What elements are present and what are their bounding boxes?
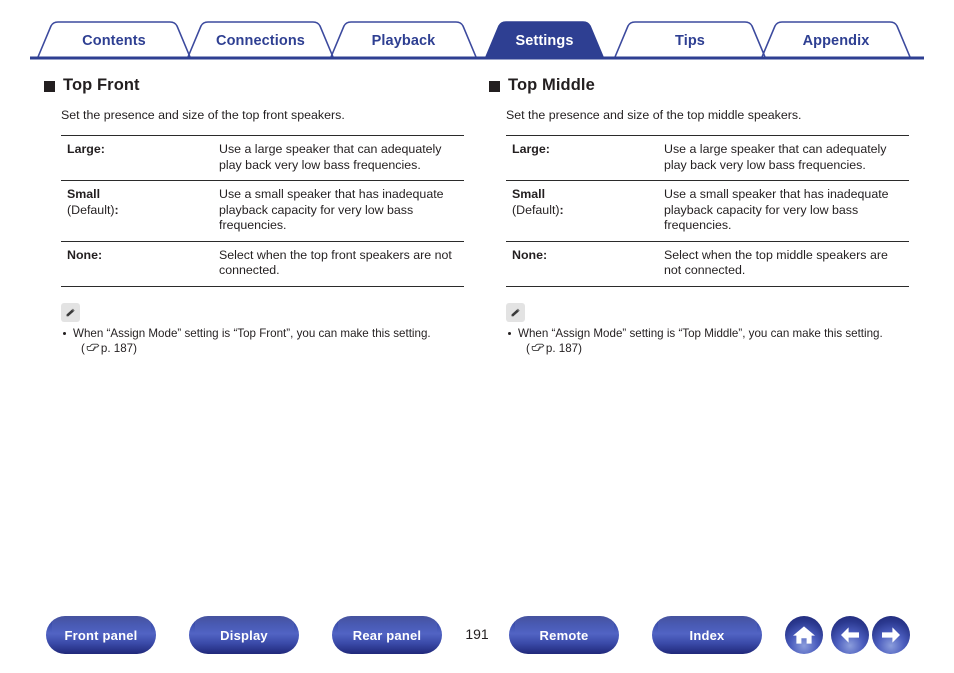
term-suffix: : (97, 247, 103, 262)
ref-page-text: p. 187 (545, 341, 579, 355)
table-cell-description: Select when the top middle speakers are … (664, 247, 888, 278)
tab-bar: Contents Connections Playback Settings T… (0, 0, 954, 62)
tab-appendix[interactable]: Appendix (762, 32, 910, 50)
default-colon: : (114, 202, 119, 217)
list-item: When “Assign Mode” setting is “Top Front… (61, 327, 464, 357)
display-label: Display (220, 627, 268, 643)
footer-nav: Front panel Display Rear panel 191 Remot… (0, 616, 954, 660)
section-top-middle: Top Middle Set the presence and size of … (489, 74, 909, 357)
table-cell-term: Small (Default): (61, 181, 219, 242)
square-bullet-icon (44, 80, 55, 92)
settings-table: Large: Use a large speaker that can adeq… (61, 135, 464, 287)
tab-bar-graphic (30, 21, 924, 60)
table-row: Small (Default): Use a small speaker that… (61, 180, 464, 242)
note-text: When “Assign Mode” setting is “Top Front… (73, 326, 431, 340)
list-item: When “Assign Mode” setting is “Top Middl… (506, 327, 909, 357)
remote-label: Remote (539, 627, 589, 643)
term-label: Large (512, 142, 546, 156)
table-cell-term: Large: (506, 136, 664, 181)
term-suffix: : (542, 247, 548, 262)
table-row: None: Select when the top front speakers… (61, 241, 464, 286)
table-cell-term: Small (Default): (506, 181, 664, 242)
ref-close-paren: ) (578, 341, 582, 355)
tab-settings[interactable]: Settings (486, 32, 603, 50)
tab-tips[interactable]: Tips (615, 32, 765, 50)
ref-close-paren: ) (133, 341, 137, 355)
default-marker: (Default): (512, 203, 564, 217)
table-row: None: Select when the top middle speaker… (506, 241, 909, 286)
default-colon: : (559, 202, 564, 217)
pointing-hand-icon (86, 343, 100, 357)
forward-arrow-icon (882, 627, 900, 643)
term-label: Small (512, 187, 546, 201)
forward-button[interactable] (872, 616, 910, 654)
page-reference[interactable]: ( p. 187) (81, 342, 464, 357)
index-button[interactable]: Index (652, 616, 762, 654)
back-button[interactable] (831, 616, 869, 654)
ref-open-paren: ( (81, 341, 85, 355)
note-block: When “Assign Mode” setting is “Top Front… (61, 302, 464, 357)
front-panel-label: Front panel (64, 627, 138, 643)
table-row: Small (Default): Use a small speaker that… (506, 180, 909, 242)
tab-connections[interactable]: Connections (188, 32, 333, 50)
term-label: Small (67, 187, 101, 201)
section-top-front: Top Front Set the presence and size of t… (44, 74, 464, 357)
default-marker: (Default): (67, 203, 119, 217)
pointing-hand-icon (531, 343, 545, 357)
back-arrow-icon (841, 627, 859, 643)
default-label: (Default) (512, 202, 560, 217)
table-cell-description: Use a large speaker that can adequately … (219, 142, 442, 172)
note-text: When “Assign Mode” setting is “Top Middl… (518, 326, 883, 340)
term-label: None (67, 247, 98, 262)
table-cell-term: None: (61, 241, 219, 286)
term-label: Large (67, 142, 101, 156)
tab-contents[interactable]: Contents (38, 32, 190, 50)
pencil-icon (506, 302, 525, 322)
section-title: Top Front (63, 76, 140, 94)
section-heading: Top Middle (489, 74, 909, 96)
section-heading: Top Front (44, 74, 464, 96)
section-description: Set the presence and size of the top fro… (61, 108, 345, 122)
default-label: (Default) (67, 202, 115, 217)
settings-table: Large: Use a large speaker that can adeq… (506, 135, 909, 287)
term-suffix: : (100, 142, 105, 156)
remote-button[interactable]: Remote (509, 616, 619, 654)
table-cell-description: Use a small speaker that has inadequate … (664, 187, 889, 232)
rear-panel-button[interactable]: Rear panel (332, 616, 442, 654)
table-cell-term: None: (506, 241, 664, 286)
page-number: 191 (465, 626, 489, 642)
ref-open-paren: ( (526, 341, 530, 355)
section-description: Set the presence and size of the top mid… (506, 108, 802, 122)
note-block: When “Assign Mode” setting is “Top Middl… (506, 302, 909, 357)
tab-bar-baseline (30, 56, 924, 60)
term-suffix: : (545, 142, 550, 156)
tab-playback[interactable]: Playback (331, 32, 476, 50)
page-reference[interactable]: ( p. 187) (526, 342, 909, 357)
index-label: Index (689, 627, 725, 643)
table-cell-description: Use a large speaker that can adequately … (664, 142, 887, 172)
note-list: When “Assign Mode” setting is “Top Front… (61, 327, 464, 357)
table-row: Large: Use a large speaker that can adeq… (61, 135, 464, 181)
home-icon (793, 626, 815, 644)
square-bullet-icon (489, 80, 500, 92)
table-row: Large: Use a large speaker that can adeq… (506, 135, 909, 181)
display-button[interactable]: Display (189, 616, 299, 654)
note-list: When “Assign Mode” setting is “Top Middl… (506, 327, 909, 357)
section-title: Top Middle (508, 76, 595, 94)
ref-page-text: p. 187 (100, 341, 134, 355)
home-button[interactable] (785, 616, 823, 654)
term-label: None (512, 247, 543, 262)
table-cell-description: Select when the top front speakers are n… (219, 247, 452, 278)
table-cell-description: Use a small speaker that has inadequate … (219, 187, 444, 232)
rear-panel-label: Rear panel (352, 627, 422, 643)
pencil-icon (61, 302, 80, 322)
front-panel-button[interactable]: Front panel (46, 616, 156, 654)
table-cell-term: Large: (61, 136, 219, 181)
